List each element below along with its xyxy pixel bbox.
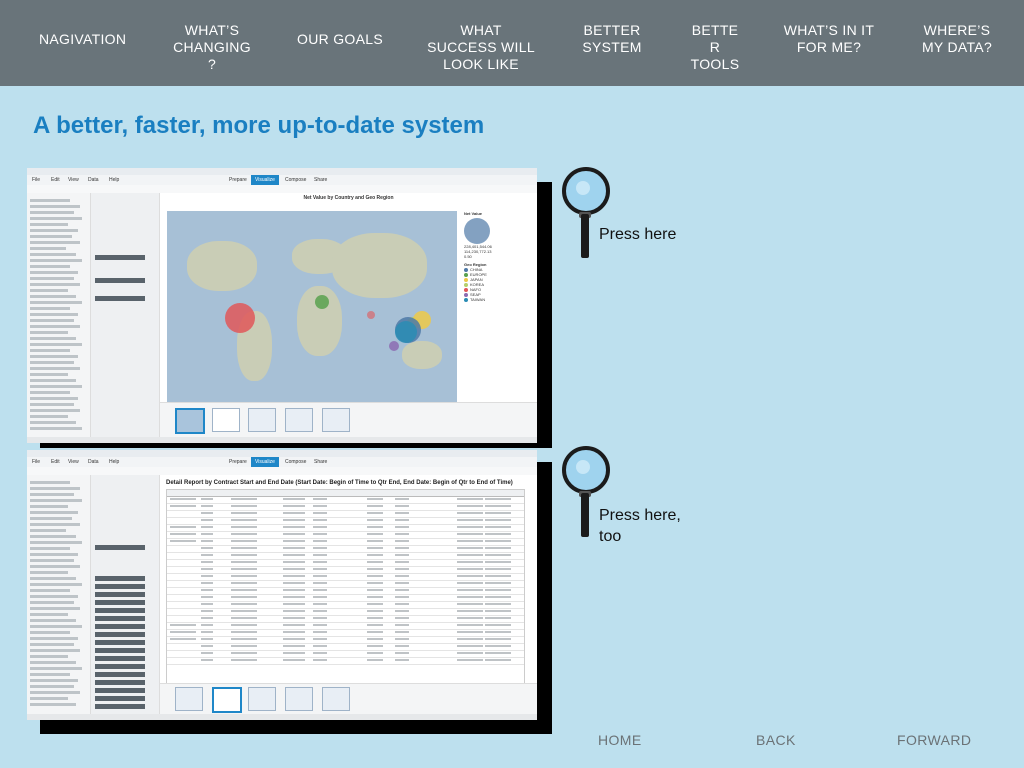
column-pill[interactable] bbox=[95, 584, 145, 589]
chart-title: Net Value by Country and Geo Region bbox=[303, 195, 394, 201]
window-title-bar bbox=[27, 450, 537, 457]
bubble-europe[interactable] bbox=[315, 295, 329, 309]
back-link[interactable]: BACK bbox=[756, 732, 796, 748]
menu-edit[interactable]: Edit bbox=[51, 177, 60, 183]
thumbnail-table-3[interactable] bbox=[322, 687, 350, 711]
column-pill[interactable] bbox=[95, 592, 145, 597]
legend-min-value: 0.50 bbox=[464, 254, 472, 259]
measure-pill[interactable] bbox=[95, 255, 145, 260]
bubble-taiwan[interactable] bbox=[395, 321, 417, 343]
column-pill[interactable] bbox=[95, 704, 145, 709]
legend-item-taiwan: TAIWAN bbox=[464, 297, 534, 302]
callout-press-here-too: Press here, too bbox=[599, 507, 681, 545]
tab-share[interactable]: Share bbox=[310, 175, 331, 185]
measure-pill[interactable] bbox=[95, 545, 145, 550]
tab-share[interactable]: Share bbox=[310, 457, 331, 467]
thumbnail-grid[interactable] bbox=[212, 408, 240, 432]
nav-item-better-system[interactable]: BETTER SYSTEM bbox=[572, 22, 652, 56]
column-pill[interactable] bbox=[95, 608, 145, 613]
nav-item-what-success-will-look-like[interactable]: WHAT SUCCESS WILL LOOK LIKE bbox=[422, 22, 540, 73]
chart-builder-panel bbox=[91, 475, 160, 714]
column-pill[interactable] bbox=[95, 656, 145, 661]
column-pill[interactable] bbox=[95, 624, 145, 629]
magnifier-icon[interactable] bbox=[560, 165, 610, 265]
bubble-nafo[interactable] bbox=[225, 303, 255, 333]
column-pill[interactable] bbox=[95, 672, 145, 677]
column-pill[interactable] bbox=[95, 600, 145, 605]
screenshot-visualize-map: File Edit View Data Help Prepare Visuali… bbox=[27, 168, 537, 443]
column-pill[interactable] bbox=[95, 632, 145, 637]
callout-press-here: Press here bbox=[599, 226, 677, 243]
nav-item-whats-in-it-for-me[interactable]: WHAT’S IN IT FOR ME? bbox=[775, 22, 883, 56]
tab-compose[interactable]: Compose bbox=[281, 175, 310, 185]
thumbnail-table-1[interactable] bbox=[248, 408, 276, 432]
chart-legend: Net Value 228,401,544.06 114,230,772.13 … bbox=[464, 211, 534, 302]
bubble-small-1[interactable] bbox=[367, 311, 375, 319]
top-nav-bar: NAGIVATION WHAT’S CHANGING ? OUR GOALS W… bbox=[0, 0, 1024, 86]
tab-visualize[interactable]: Visualize bbox=[251, 175, 279, 185]
chart-builder-panel bbox=[91, 193, 160, 437]
tab-compose[interactable]: Compose bbox=[281, 457, 310, 467]
menu-help[interactable]: Help bbox=[109, 177, 119, 183]
report-title: Detail Report by Contract Start and End … bbox=[166, 480, 513, 486]
tab-prepare[interactable]: Prepare bbox=[225, 457, 251, 467]
forward-link[interactable]: FORWARD bbox=[897, 732, 971, 748]
menu-data[interactable]: Data bbox=[88, 177, 99, 183]
column-pill[interactable] bbox=[95, 576, 145, 581]
bubble-seap[interactable] bbox=[389, 341, 399, 351]
thumbnail-map[interactable] bbox=[175, 687, 203, 711]
home-link[interactable]: HOME bbox=[598, 732, 642, 748]
menu-help[interactable]: Help bbox=[109, 459, 119, 465]
thumbnail-table-2[interactable] bbox=[285, 408, 313, 432]
tab-prepare[interactable]: Prepare bbox=[225, 175, 251, 185]
legend-title: Net Value bbox=[464, 211, 483, 216]
thumbnail-table-2[interactable] bbox=[285, 687, 313, 711]
thumbnail-map[interactable] bbox=[175, 408, 205, 434]
menu-view[interactable]: View bbox=[68, 459, 79, 465]
tab-visualize[interactable]: Visualize bbox=[251, 457, 279, 467]
thumbnail-table-1[interactable] bbox=[248, 687, 276, 711]
page-thumbnail-strip bbox=[160, 402, 537, 437]
column-pill[interactable] bbox=[95, 616, 145, 621]
color-pill[interactable] bbox=[95, 296, 145, 301]
menu-edit[interactable]: Edit bbox=[51, 459, 60, 465]
nav-item-wheres-my-data[interactable]: WHERE’S MY DATA? bbox=[912, 22, 1002, 56]
data-panel bbox=[27, 475, 91, 714]
column-pill[interactable] bbox=[95, 664, 145, 669]
window-title-bar bbox=[27, 168, 537, 175]
nav-item-navigation[interactable]: NAGIVATION bbox=[39, 31, 129, 48]
world-map[interactable] bbox=[167, 211, 457, 407]
column-pill[interactable] bbox=[95, 696, 145, 701]
column-pill[interactable] bbox=[95, 648, 145, 653]
chart-canvas: Net Value by Country and Geo Region Net … bbox=[160, 193, 537, 407]
column-pill[interactable] bbox=[95, 640, 145, 645]
screenshot-detail-report: File Edit View Data Help Prepare Visuali… bbox=[27, 450, 537, 720]
data-panel bbox=[27, 193, 91, 437]
status-bar bbox=[27, 714, 537, 720]
thumbnail-report[interactable] bbox=[212, 687, 242, 713]
detail-report-table[interactable] bbox=[166, 489, 525, 684]
page-thumbnail-strip bbox=[160, 683, 537, 714]
nav-item-whats-changing[interactable]: WHAT’S CHANGING ? bbox=[162, 22, 262, 73]
thumbnail-table-3[interactable] bbox=[322, 408, 350, 432]
menu-file[interactable]: File bbox=[32, 459, 40, 465]
menu-view[interactable]: View bbox=[68, 177, 79, 183]
nav-item-better-tools[interactable]: BETTE R TOOLS bbox=[680, 22, 750, 73]
page-headline: A better, faster, more up-to-date system bbox=[33, 112, 485, 139]
menu-file[interactable]: File bbox=[32, 177, 40, 183]
column-pill[interactable] bbox=[95, 688, 145, 693]
status-bar bbox=[27, 437, 537, 443]
menu-data[interactable]: Data bbox=[88, 459, 99, 465]
dimension-pill[interactable] bbox=[95, 278, 145, 283]
report-canvas: Detail Report by Contract Start and End … bbox=[160, 475, 537, 684]
table-row bbox=[167, 657, 524, 665]
column-pill[interactable] bbox=[95, 680, 145, 685]
nav-item-our-goals[interactable]: OUR GOALS bbox=[290, 31, 390, 48]
legend-size-bubble bbox=[464, 218, 490, 244]
